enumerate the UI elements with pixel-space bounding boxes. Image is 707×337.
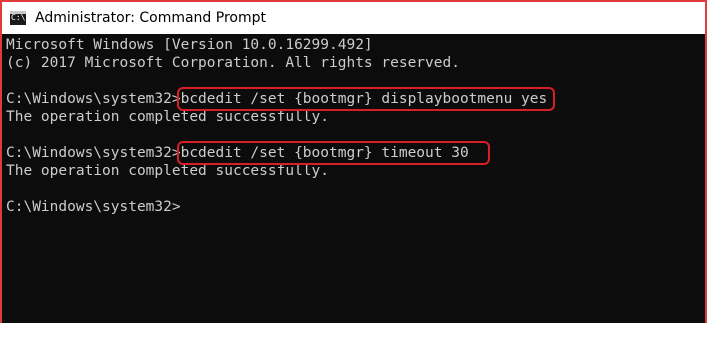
cmd-icon-glyph: C:\ [11,13,26,22]
console-line: (c) 2017 Microsoft Corporation. All righ… [6,55,460,71]
command-highlight-box [177,141,490,165]
command-highlight-box [177,87,555,111]
console-output[interactable]: Microsoft Windows [Version 10.0.16299.49… [2,34,705,323]
console-prompt-line: C:\Windows\system32> [6,199,181,215]
bottom-margin [0,323,707,337]
window-title: Administrator: Command Prompt [35,10,266,26]
window-titlebar[interactable]: C:\ Administrator: Command Prompt [2,2,705,34]
cmd-icon: C:\ [10,11,26,25]
console-line: Microsoft Windows [Version 10.0.16299.49… [6,37,373,53]
